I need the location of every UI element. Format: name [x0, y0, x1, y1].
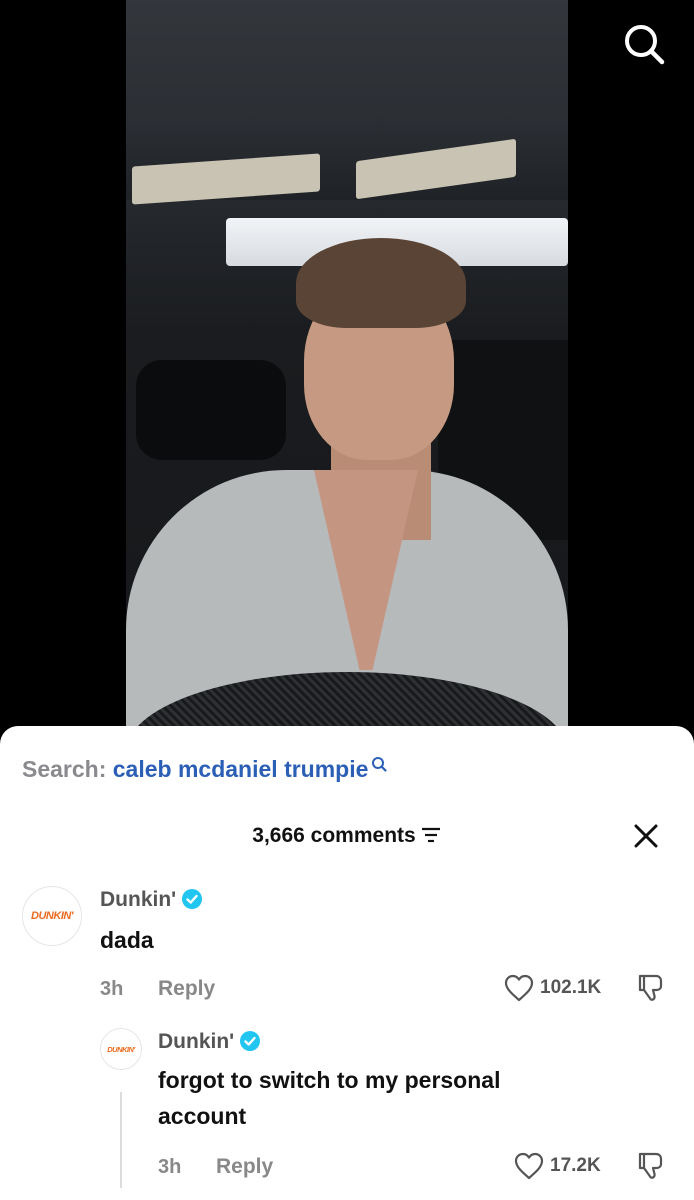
- search-icon: [372, 757, 388, 772]
- comment-text: forgot to switch to my personal account: [158, 1067, 501, 1129]
- person-hair: [296, 238, 466, 328]
- heart-icon: [514, 1152, 544, 1180]
- like-count: 102.1K: [540, 977, 602, 998]
- comment-username[interactable]: Dunkin': [158, 1030, 261, 1054]
- heart-icon: [504, 974, 534, 1002]
- seat-headrest: [136, 360, 286, 460]
- thread-line: [120, 1092, 122, 1188]
- filter-icon[interactable]: [420, 826, 442, 844]
- verified-icon: [182, 889, 203, 909]
- like-button[interactable]: 17.2K: [514, 1152, 601, 1180]
- username-text: Dunkin': [100, 888, 177, 911]
- username-text: Dunkin': [158, 1030, 235, 1053]
- search-query-link[interactable]: caleb mcdaniel trumpie: [113, 756, 369, 782]
- like-button[interactable]: 102.1K: [504, 974, 601, 1002]
- search-prefix: Search:: [22, 756, 107, 782]
- comments-count-header[interactable]: 3,666 comments: [0, 824, 694, 848]
- avatar[interactable]: DUNKIN': [100, 1028, 142, 1070]
- comment-time: 3h: [158, 1156, 182, 1178]
- comments-count: 3,666 comments: [252, 824, 416, 847]
- comment-time: 3h: [100, 978, 124, 1000]
- dislike-icon[interactable]: [634, 1150, 666, 1182]
- video-player[interactable]: [0, 0, 694, 740]
- video-frame[interactable]: [126, 0, 568, 740]
- reply-button[interactable]: Reply: [216, 1155, 273, 1179]
- comment-text: dada: [100, 927, 154, 953]
- search-suggestion[interactable]: Search: caleb mcdaniel trumpie: [22, 756, 388, 783]
- search-icon[interactable]: [620, 20, 668, 68]
- comment-username[interactable]: Dunkin': [100, 888, 203, 912]
- like-count: 17.2K: [550, 1155, 601, 1176]
- close-icon[interactable]: [632, 822, 660, 850]
- dislike-icon[interactable]: [634, 972, 666, 1004]
- reply-button[interactable]: Reply: [158, 977, 215, 1001]
- verified-icon: [240, 1031, 261, 1051]
- avatar[interactable]: DUNKIN': [22, 886, 82, 946]
- comments-sheet: Search: caleb mcdaniel trumpie 3,666 com…: [0, 726, 694, 1200]
